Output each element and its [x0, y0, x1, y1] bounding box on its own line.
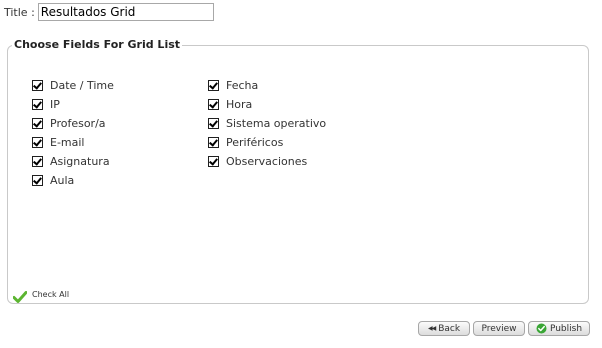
- back-button[interactable]: ◀◀ Back: [418, 321, 470, 336]
- field-list-right: Fecha Hora Sistema operativo Periféricos…: [208, 76, 326, 171]
- field-checkbox[interactable]: [32, 80, 43, 91]
- rewind-icon: ◀◀: [427, 325, 436, 332]
- field-checkbox[interactable]: [208, 118, 219, 129]
- title-label: Title :: [4, 5, 35, 19]
- field-checkbox[interactable]: [32, 99, 43, 110]
- field-checkbox[interactable]: [32, 118, 43, 129]
- field-label: Date / Time: [50, 79, 114, 92]
- field-label: E-mail: [50, 136, 85, 149]
- preview-button-label: Preview: [481, 323, 517, 334]
- field-list-left: Date / Time IP Profesor/a E-mail Asignat…: [32, 76, 114, 190]
- field-checkbox[interactable]: [32, 156, 43, 167]
- field-label: Hora: [226, 98, 253, 111]
- field-item-email[interactable]: E-mail: [32, 133, 114, 152]
- choose-fields-fieldset: Choose Fields For Grid List Date / Time …: [7, 38, 589, 304]
- check-circle-icon: [536, 323, 547, 334]
- field-item-sistema-operativo[interactable]: Sistema operativo: [208, 114, 326, 133]
- title-input[interactable]: [37, 3, 214, 21]
- check-all-link[interactable]: Check All: [12, 288, 70, 303]
- field-label: Sistema operativo: [226, 117, 327, 130]
- title-row: Title :: [4, 2, 214, 22]
- field-item-asignatura[interactable]: Asignatura: [32, 152, 114, 171]
- field-label: Profesor/a: [50, 117, 106, 130]
- preview-button[interactable]: Preview: [473, 321, 525, 336]
- field-label: IP: [50, 98, 60, 111]
- field-item-hora[interactable]: Hora: [208, 95, 326, 114]
- field-checkbox[interactable]: [32, 175, 43, 186]
- field-item-perifericos[interactable]: Periféricos: [208, 133, 326, 152]
- field-item-ip[interactable]: IP: [32, 95, 114, 114]
- field-item-fecha[interactable]: Fecha: [208, 76, 326, 95]
- fieldset-legend: Choose Fields For Grid List: [12, 38, 183, 51]
- field-item-observaciones[interactable]: Observaciones: [208, 152, 326, 171]
- field-label: Periféricos: [226, 136, 284, 149]
- field-checkbox[interactable]: [208, 137, 219, 148]
- field-label: Fecha: [226, 79, 259, 92]
- check-icon: [12, 288, 28, 303]
- check-all-label: Check All: [32, 289, 70, 299]
- field-checkbox[interactable]: [208, 99, 219, 110]
- field-label: Aula: [50, 174, 75, 187]
- publish-button-label: Publish: [549, 323, 583, 334]
- field-checkbox[interactable]: [208, 156, 219, 167]
- back-button-label: Back: [438, 323, 461, 334]
- field-item-profesor[interactable]: Profesor/a: [32, 114, 114, 133]
- field-label: Asignatura: [50, 155, 110, 168]
- field-checkbox[interactable]: [32, 137, 43, 148]
- action-button-bar: ◀◀ Back Preview Publish: [418, 321, 590, 336]
- field-checkbox[interactable]: [208, 80, 219, 91]
- field-item-date-time[interactable]: Date / Time: [32, 76, 114, 95]
- publish-button[interactable]: Publish: [528, 321, 590, 336]
- field-label: Observaciones: [226, 155, 308, 168]
- field-item-aula[interactable]: Aula: [32, 171, 114, 190]
